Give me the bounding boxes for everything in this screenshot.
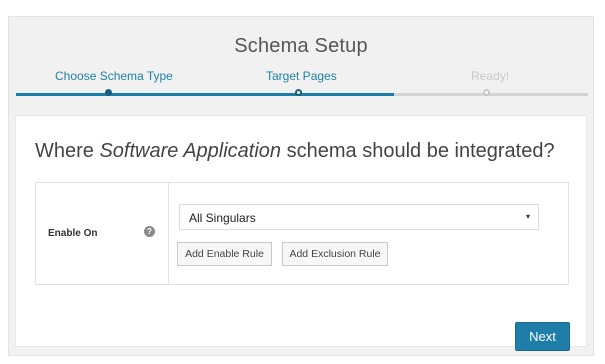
step-target-pages[interactable]: Target Pages: [266, 69, 337, 83]
wizard-title: Schema Setup: [234, 35, 368, 57]
question-heading: Where Software Application schema should…: [35, 140, 555, 163]
progress-fill: [16, 93, 394, 96]
setting-label-column: Enable On ?: [36, 183, 169, 284]
question-prefix: Where: [35, 140, 100, 162]
step-1-marker: [105, 89, 112, 96]
schema-name: Software Application: [99, 140, 282, 162]
step-2-marker: [295, 89, 302, 96]
setup-wizard: Schema Setup Choose Schema Type Target P…: [8, 16, 594, 356]
add-enable-rule-button[interactable]: Add Enable Rule: [177, 242, 272, 266]
question-suffix: schema should be integrated?: [281, 140, 555, 162]
content-card: Where Software Application schema should…: [15, 115, 587, 351]
step-choose-schema-type[interactable]: Choose Schema Type: [55, 69, 173, 83]
enable-on-setting: Enable On ? All Singulars ▾ Add Enable R…: [35, 182, 569, 285]
next-button[interactable]: Next: [515, 322, 570, 351]
select-value: All Singulars: [189, 211, 256, 225]
help-icon[interactable]: ?: [144, 226, 155, 237]
step-3-marker: [483, 89, 490, 96]
step-ready: Ready!: [471, 69, 510, 83]
chevron-down-icon: ▾: [525, 212, 530, 221]
progress-track: [16, 93, 588, 96]
enable-on-label: Enable On: [48, 228, 98, 239]
enable-on-select[interactable]: All Singulars ▾: [179, 204, 539, 230]
add-exclusion-rule-button[interactable]: Add Exclusion Rule: [282, 242, 388, 266]
